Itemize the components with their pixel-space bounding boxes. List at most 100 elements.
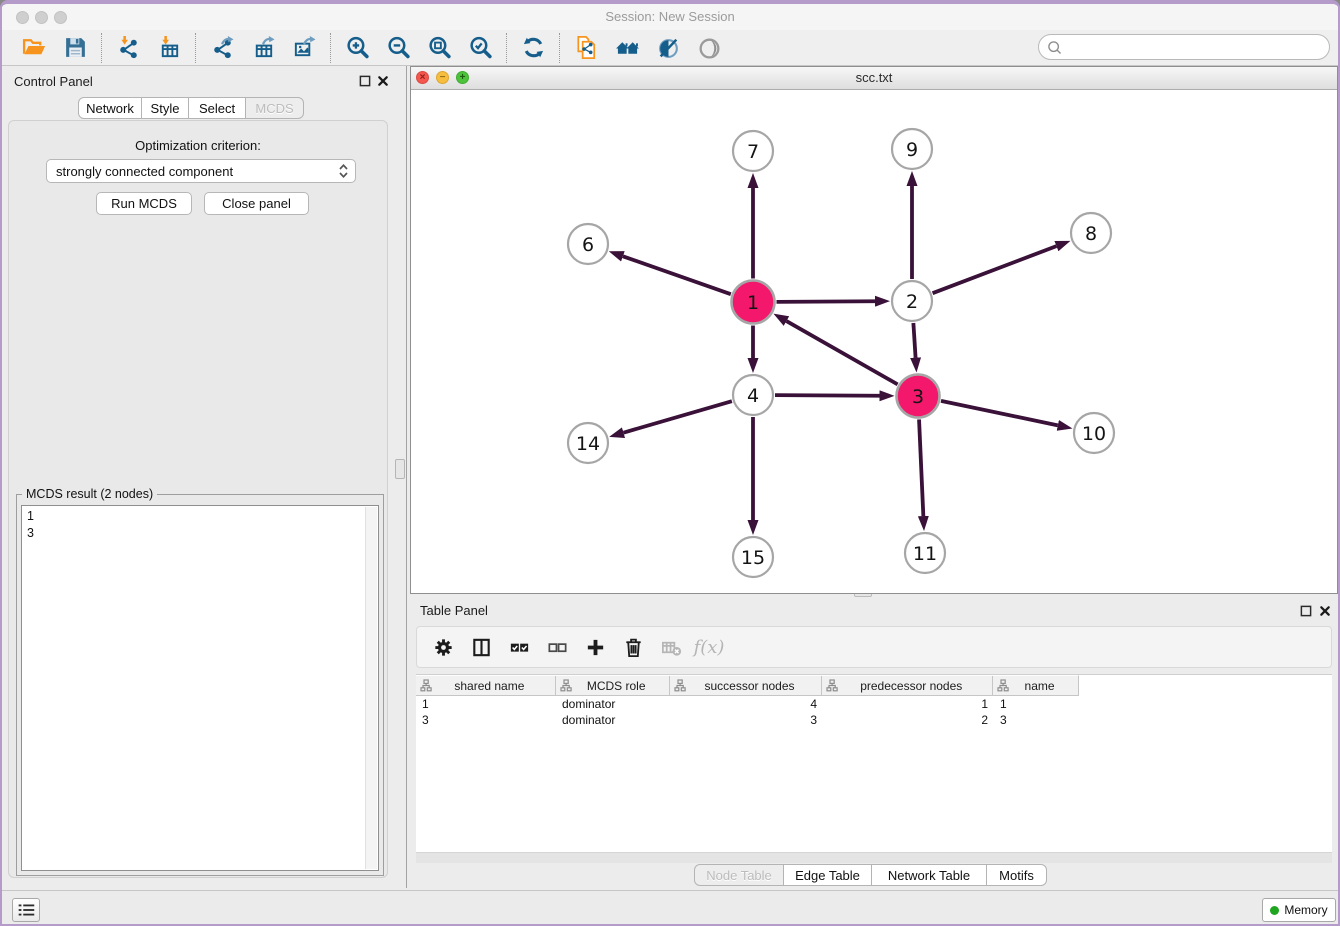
add-row-icon[interactable] xyxy=(583,635,607,659)
optimization-criterion-dropdown[interactable]: strongly connected component xyxy=(46,159,356,183)
graph-edge-2-3[interactable] xyxy=(913,323,915,358)
delete-row-icon[interactable] xyxy=(621,635,645,659)
graph-node-8[interactable]: 8 xyxy=(1071,213,1111,253)
graph-edge-2-8[interactable] xyxy=(933,246,1057,293)
graph-node-label: 10 xyxy=(1082,423,1106,445)
graph-edge-3-1[interactable] xyxy=(786,321,897,384)
vertical-split-grip[interactable] xyxy=(395,459,405,479)
tab-motifs[interactable]: Motifs xyxy=(986,864,1047,886)
graph-node-9[interactable]: 9 xyxy=(892,129,932,169)
app-titlebar: Session: New Session xyxy=(2,4,1338,30)
graph-node-14[interactable]: 14 xyxy=(568,423,608,463)
column-header-name[interactable]: name xyxy=(993,676,1078,695)
task-history-button[interactable] xyxy=(12,898,40,922)
show-hide-icon[interactable] xyxy=(696,35,722,61)
graph-node-15[interactable]: 15 xyxy=(733,537,773,577)
graph-edge-1-2[interactable] xyxy=(776,301,875,302)
column-type-icon xyxy=(997,679,1009,692)
tab-edge-table[interactable]: Edge Table xyxy=(783,864,872,886)
zoom-selected-icon[interactable] xyxy=(467,35,493,61)
close-panel-button[interactable]: Close panel xyxy=(204,192,309,215)
table-row[interactable]: 1dominator411 xyxy=(416,696,1079,712)
network-window-titlebar[interactable]: × − + scc.txt xyxy=(411,67,1337,90)
toolbar-group xyxy=(196,35,330,61)
open-file-icon[interactable] xyxy=(21,35,47,61)
export-table-icon[interactable] xyxy=(250,35,276,61)
table-header-row: shared nameMCDS rolesuccessor nodesprede… xyxy=(416,675,1079,696)
tab-style[interactable]: Style xyxy=(141,97,189,119)
graph-edge-3-11[interactable] xyxy=(919,419,923,516)
graph-edge-4-3[interactable] xyxy=(775,395,880,396)
clone-network-icon[interactable] xyxy=(573,35,599,61)
control-panel-close-icon[interactable] xyxy=(377,75,389,87)
table-cell: 1 xyxy=(823,696,994,712)
graph-node-10[interactable]: 10 xyxy=(1074,413,1114,453)
tab-network[interactable]: Network xyxy=(78,97,142,119)
export-network-icon[interactable] xyxy=(209,35,235,61)
graph-node-6[interactable]: 6 xyxy=(568,224,608,264)
control-panel-float-button[interactable] xyxy=(359,75,371,87)
memory-label: Memory xyxy=(1284,903,1327,917)
column-header-MCDS-role[interactable]: MCDS role xyxy=(556,676,670,695)
graph-node-11[interactable]: 11 xyxy=(905,533,945,573)
column-header-predecessor-nodes[interactable]: predecessor nodes xyxy=(822,676,993,695)
zoom-out-icon[interactable] xyxy=(385,35,411,61)
graph-node-4[interactable]: 4 xyxy=(733,375,773,415)
refresh-icon[interactable] xyxy=(520,35,546,61)
import-table-icon[interactable] xyxy=(156,35,182,61)
mcds-result-group: MCDS result (2 nodes) 1 3 xyxy=(16,494,384,876)
search-input[interactable] xyxy=(1064,39,1329,56)
memory-status-dot xyxy=(1270,906,1279,915)
import-network-icon[interactable] xyxy=(115,35,141,61)
tab-mcds[interactable]: MCDS xyxy=(245,97,304,119)
graph-edge-4-14[interactable] xyxy=(624,401,732,433)
graph-edge-1-6[interactable] xyxy=(623,256,731,294)
graph-node-2[interactable]: 2 xyxy=(892,281,932,321)
memory-button[interactable]: Memory xyxy=(1262,898,1336,922)
graph-node-label: 1 xyxy=(747,292,759,314)
export-image-icon[interactable] xyxy=(291,35,317,61)
tab-select[interactable]: Select xyxy=(188,97,246,119)
column-layout-icon[interactable] xyxy=(469,635,493,659)
table-cell: 1 xyxy=(994,696,1079,712)
result-scrollbar[interactable] xyxy=(365,507,377,869)
save-session-icon[interactable] xyxy=(62,35,88,61)
zoom-in-icon[interactable] xyxy=(344,35,370,61)
run-mcds-button[interactable]: Run MCDS xyxy=(96,192,192,215)
graph-node-label: 14 xyxy=(576,433,600,455)
home-icon[interactable] xyxy=(614,35,640,61)
tab-network-table[interactable]: Network Table xyxy=(871,864,987,886)
table-cell: 3 xyxy=(670,712,823,728)
status-bar: Memory xyxy=(2,890,1338,926)
graph-node-label: 7 xyxy=(747,141,759,163)
graphics-details-icon[interactable] xyxy=(655,35,681,61)
graph-node-3[interactable]: 3 xyxy=(897,375,940,418)
column-type-icon xyxy=(420,679,432,692)
zoom-fit-icon[interactable] xyxy=(426,35,452,61)
graph-node-label: 2 xyxy=(906,291,918,313)
mcds-result-title: MCDS result (2 nodes) xyxy=(22,487,157,501)
graph-node-7[interactable]: 7 xyxy=(733,131,773,171)
unselect-all-icon[interactable] xyxy=(545,635,569,659)
table-row[interactable]: 3dominator323 xyxy=(416,712,1079,728)
table-panel-float-button[interactable] xyxy=(1300,605,1312,617)
mcds-result-textarea[interactable]: 1 3 xyxy=(21,505,379,871)
table-cell: 2 xyxy=(823,712,994,728)
graph-edge-3-10[interactable] xyxy=(941,401,1058,426)
column-header-shared-name[interactable]: shared name xyxy=(416,676,556,695)
graph-node-label: 9 xyxy=(906,139,918,161)
column-header-successor-nodes[interactable]: successor nodes xyxy=(670,676,823,695)
table-hscrollbar[interactable] xyxy=(416,852,1332,863)
select-all-icon[interactable] xyxy=(507,635,531,659)
mcds-result-values: 1 3 xyxy=(22,506,378,544)
table-panel-close-icon[interactable] xyxy=(1319,605,1331,617)
network-view-window: × − + scc.txt 7 9 6 8 1 2 4 3 14 10 15 11 xyxy=(410,66,1338,594)
vertical-split-divider[interactable] xyxy=(406,66,407,888)
network-canvas[interactable]: 7 9 6 8 1 2 4 3 14 10 15 11 xyxy=(411,89,1337,593)
graph-node-1[interactable]: 1 xyxy=(732,281,775,324)
app-title: Session: New Session xyxy=(2,9,1338,24)
search-field[interactable] xyxy=(1038,34,1330,60)
settings-gear-icon[interactable] xyxy=(431,635,455,659)
tab-node-table[interactable]: Node Table xyxy=(694,864,784,886)
chevron-updown-icon xyxy=(336,162,351,180)
